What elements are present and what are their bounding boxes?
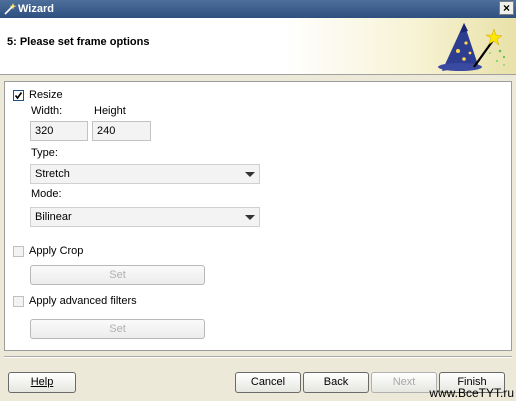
- back-button-label: Back: [323, 376, 349, 388]
- wizard-header: 5: Please set frame options: [0, 18, 516, 75]
- apply-crop-checkbox[interactable]: [13, 246, 24, 257]
- apply-advanced-filters-checkbox[interactable]: [13, 296, 24, 307]
- watermark: www.BceTYT.ru: [429, 386, 514, 400]
- wizard-hat-wand-icon: [438, 23, 506, 71]
- next-button-label: Next: [392, 376, 416, 388]
- type-label: Type:: [31, 147, 58, 159]
- resize-label: Resize: [29, 89, 63, 101]
- chevron-down-icon: [245, 172, 255, 177]
- height-label: Height: [94, 105, 126, 117]
- close-button[interactable]: ×: [499, 1, 514, 15]
- title-bar: Wizard ×: [0, 0, 516, 18]
- mode-label: Mode:: [31, 188, 62, 200]
- options-panel: Resize Width: Height 320 240 Type: Stret…: [4, 81, 512, 351]
- apply-crop-label: Apply Crop: [29, 245, 84, 257]
- width-input[interactable]: 320: [30, 121, 88, 141]
- mode-select-value: Bilinear: [35, 211, 72, 223]
- mode-select[interactable]: Bilinear: [30, 207, 260, 227]
- back-button[interactable]: Back: [303, 372, 369, 393]
- help-button-label: Help: [30, 376, 54, 388]
- type-select-value: Stretch: [35, 168, 70, 180]
- cancel-button[interactable]: Cancel: [235, 372, 301, 393]
- apply-advanced-filters-label: Apply advanced filters: [29, 295, 137, 307]
- checkmark-icon: [14, 92, 23, 100]
- next-button[interactable]: Next: [371, 372, 437, 393]
- advanced-set-button[interactable]: Set: [30, 319, 205, 339]
- height-input[interactable]: 240: [92, 121, 151, 141]
- footer-divider: [4, 356, 512, 358]
- chevron-down-icon: [245, 215, 255, 220]
- cancel-button-label: Cancel: [250, 376, 286, 388]
- window-title: Wizard: [18, 3, 54, 15]
- wizard-wand-icon: [4, 3, 17, 15]
- crop-set-button[interactable]: Set: [30, 265, 205, 285]
- help-button[interactable]: Help: [8, 372, 76, 393]
- step-title: 5: Please set frame options: [7, 36, 150, 48]
- type-select[interactable]: Stretch: [30, 164, 260, 184]
- resize-checkbox[interactable]: [13, 90, 24, 101]
- width-label: Width:: [31, 105, 63, 117]
